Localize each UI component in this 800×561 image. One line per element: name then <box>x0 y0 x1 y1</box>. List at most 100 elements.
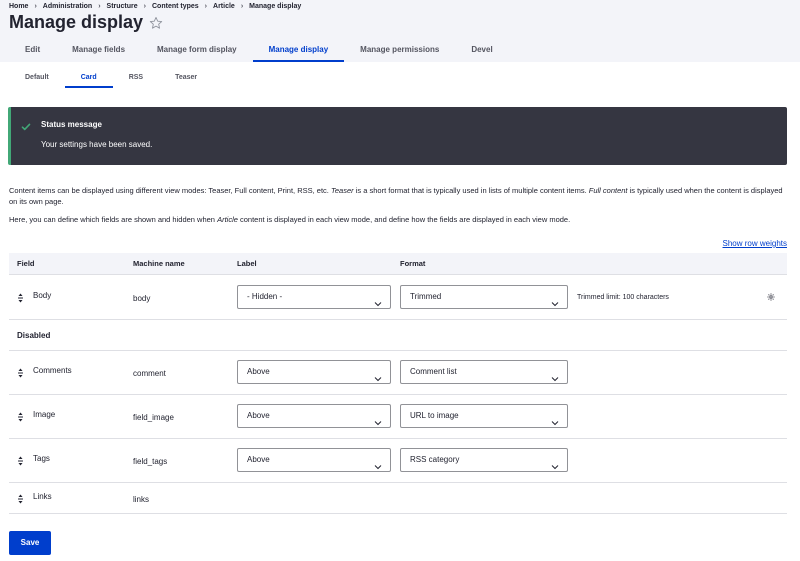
machine-name: comment <box>133 369 166 378</box>
breadcrumb: Home › Administration › Structure › Cont… <box>9 3 301 10</box>
field-name: Comments <box>33 366 72 375</box>
gear-icon[interactable] <box>767 293 775 301</box>
chevron-down-icon <box>374 294 382 307</box>
subtab-default[interactable]: Default <box>9 70 65 88</box>
tab-manage-form-display[interactable]: Manage form display <box>141 40 253 62</box>
drag-handle-icon[interactable] <box>17 368 24 378</box>
format-select-value: Comment list <box>410 367 457 376</box>
drag-handle-icon[interactable] <box>17 293 24 303</box>
breadcrumb-separator: › <box>143 3 146 10</box>
tab-label: Devel <box>471 45 493 54</box>
tab-manage-permissions[interactable]: Manage permissions <box>344 40 455 62</box>
show-row-weights-link[interactable]: Show row weights <box>723 239 787 248</box>
intro-emphasis: Teaser <box>330 186 354 195</box>
table-row: Comments comment Above Comment list <box>9 351 787 395</box>
tab-manage-fields[interactable]: Manage fields <box>56 40 141 62</box>
label-select-value: Above <box>247 367 270 376</box>
intro-paragraph-1: Content items can be displayed using dif… <box>9 185 789 207</box>
format-select[interactable]: Comment list <box>400 360 568 384</box>
header-label: Label <box>237 259 257 268</box>
tab-edit[interactable]: Edit <box>9 40 56 62</box>
chevron-down-icon <box>551 413 559 426</box>
subtab-label: RSS <box>128 74 144 81</box>
chevron-down-icon <box>374 413 382 426</box>
intro-text: Content items can be displayed using dif… <box>9 186 331 195</box>
subtab-label: Card <box>80 74 97 81</box>
chevron-down-icon <box>551 457 559 470</box>
tab-label: Manage display <box>268 45 329 54</box>
breadcrumb-separator: › <box>34 3 37 10</box>
field-name: Body <box>33 291 52 300</box>
drag-handle-icon[interactable] <box>17 412 24 422</box>
intro-emphasis: Full content <box>588 186 628 195</box>
intro-paragraph-2: Here, you can define which fields are sh… <box>9 214 789 225</box>
format-summary: Trimmed limit: 100 characters <box>577 294 669 301</box>
breadcrumb-content-types[interactable]: Content types <box>152 3 199 10</box>
breadcrumb-structure[interactable]: Structure <box>107 3 138 10</box>
subtab-label: Default <box>25 74 49 81</box>
format-select[interactable]: RSS category <box>400 448 568 472</box>
subtab-teaser[interactable]: Teaser <box>159 70 213 88</box>
header-field: Field <box>17 259 35 268</box>
breadcrumb-separator: › <box>98 3 101 10</box>
subtab-rss[interactable]: RSS <box>113 70 159 88</box>
table-row: Links links <box>9 483 787 514</box>
label-select[interactable]: Above <box>237 404 391 428</box>
table-row: Body body - Hidden - Trimmed Trimmed lim… <box>9 275 787 320</box>
title-row: Manage display <box>9 12 163 33</box>
intro-text: content is displayed in each view mode, … <box>237 215 571 224</box>
breadcrumb-home[interactable]: Home <box>9 3 28 10</box>
tab-label: Edit <box>25 45 41 54</box>
field-name: Image <box>33 410 56 419</box>
chevron-down-icon <box>551 369 559 382</box>
format-select-value: RSS category <box>410 455 460 464</box>
machine-name: links <box>133 495 150 504</box>
checkmark-icon <box>21 119 31 131</box>
page-header: Home › Administration › Structure › Cont… <box>0 0 800 62</box>
breadcrumb-administration[interactable]: Administration <box>43 3 92 10</box>
intro-text: is a short format that is typically used… <box>353 186 589 195</box>
label-select-value: Above <box>247 455 270 464</box>
status-title: Status message <box>41 120 102 129</box>
breadcrumb-separator: › <box>240 3 244 10</box>
format-select[interactable]: Trimmed <box>400 285 568 309</box>
breadcrumb-manage-display: Manage display <box>249 3 302 10</box>
tab-label: Manage permissions <box>360 45 440 54</box>
table-row: Image field_image Above URL to image <box>9 395 787 439</box>
label-select-value: - Hidden - <box>247 292 283 301</box>
chevron-down-icon <box>374 369 382 382</box>
chevron-down-icon <box>551 294 559 307</box>
breadcrumb-article[interactable]: Article <box>213 3 235 10</box>
field-name: Links <box>33 492 52 501</box>
format-select-value: Trimmed <box>410 292 442 301</box>
breadcrumb-separator: › <box>204 3 208 10</box>
header-format: Format <box>400 259 426 268</box>
tab-manage-display[interactable]: Manage display <box>252 40 345 62</box>
chevron-down-icon <box>374 457 382 470</box>
page-title: Manage display <box>9 12 144 32</box>
subtab-label: Teaser <box>175 74 198 81</box>
label-select[interactable]: Above <box>237 360 391 384</box>
label-select-value: Above <box>247 411 270 420</box>
machine-name: field_tags <box>133 457 168 466</box>
table-row: Tags field_tags Above RSS category <box>9 439 787 483</box>
drag-handle-icon[interactable] <box>17 494 24 504</box>
label-select[interactable]: Above <box>237 448 391 472</box>
region-title: Disabled <box>17 331 51 340</box>
tab-devel[interactable]: Devel <box>455 40 508 62</box>
drag-handle-icon[interactable] <box>17 456 24 466</box>
intro-text: Here, you can define which fields are sh… <box>9 215 218 224</box>
format-select[interactable]: URL to image <box>400 404 568 428</box>
tab-label: Manage form display <box>157 45 237 54</box>
region-row-disabled: Disabled <box>9 320 787 351</box>
subtab-card[interactable]: Card <box>64 70 113 88</box>
machine-name: body <box>133 294 151 303</box>
header-machine-name: Machine name <box>133 259 185 268</box>
save-button[interactable]: Save <box>9 531 51 555</box>
secondary-tabs: Default Card RSS Teaser <box>9 70 213 88</box>
tab-label: Manage fields <box>72 45 126 54</box>
label-select[interactable]: - Hidden - <box>237 285 391 309</box>
table-header: Field Machine name Label Format <box>9 253 787 275</box>
intro-emphasis: Article <box>217 215 238 224</box>
star-shortcut-icon[interactable] <box>149 16 163 30</box>
